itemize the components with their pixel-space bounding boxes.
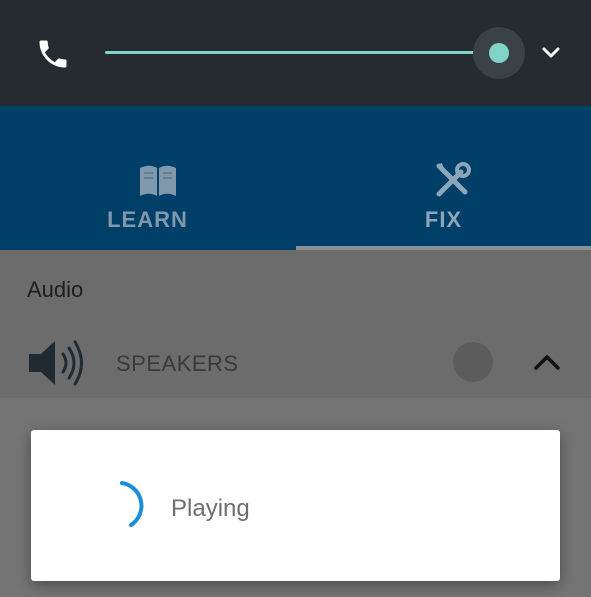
progress-dialog: Playing (31, 430, 560, 581)
volume-panel (0, 0, 591, 106)
book-icon (140, 165, 176, 196)
dialog-message: Playing (171, 495, 250, 522)
tab-learn-label: LEARN (107, 207, 188, 232)
loading-spinner-icon (120, 481, 144, 527)
tab-fix-label: FIX (424, 207, 463, 232)
volume-slider-track[interactable] (105, 51, 500, 54)
tab-fix[interactable]: FIX (296, 106, 591, 250)
section-title: Audio (27, 277, 84, 302)
tab-learn[interactable]: LEARN (0, 106, 295, 250)
speakers-radio-button[interactable] (453, 342, 493, 382)
tab-bar: LEARN FIX (0, 106, 591, 250)
volume-slider-thumb[interactable] (489, 43, 509, 63)
chevron-up-icon[interactable] (532, 352, 562, 372)
phone-icon[interactable] (35, 36, 71, 72)
chevron-down-icon[interactable] (540, 44, 562, 62)
tools-icon (436, 162, 471, 197)
speakers-item-label[interactable]: SPEAKERS (116, 351, 239, 377)
speaker-icon (29, 340, 83, 386)
